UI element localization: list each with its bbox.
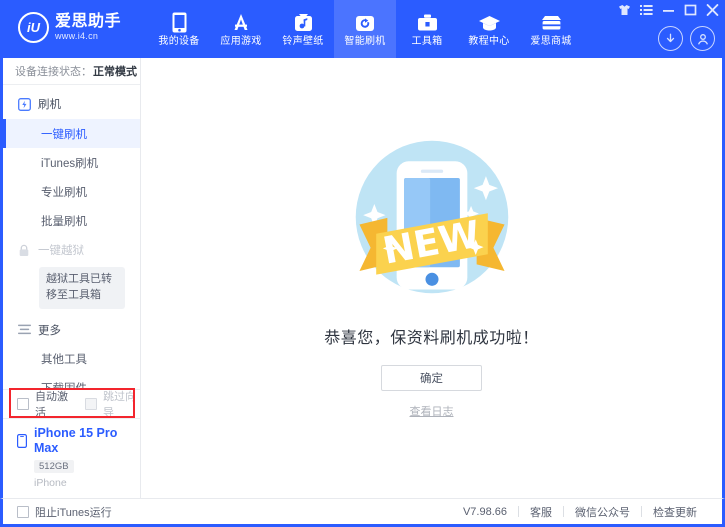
nav-group-jailbreak: 一键越狱 — [3, 235, 140, 265]
wechat-official-link[interactable]: 微信公众号 — [564, 504, 641, 520]
device-type: iPhone — [34, 477, 67, 489]
nav-item-label: 一键刷机 — [41, 128, 87, 141]
tab-label: 教程中心 — [468, 36, 510, 47]
tab-label: 工具箱 — [411, 36, 443, 47]
device-name: iPhone 15 Pro Max — [34, 426, 118, 455]
brand-mark-icon: iU — [18, 12, 49, 43]
device-name-row: iPhone 15 Pro Max — [15, 426, 140, 456]
maximize-icon[interactable] — [684, 3, 697, 16]
connected-device-panel[interactable]: iPhone 15 Pro Max 512GB iPhone — [3, 418, 140, 498]
refresh-icon — [355, 11, 375, 33]
brand-name: 爱思助手 — [55, 13, 122, 30]
minimize-icon[interactable] — [662, 3, 675, 16]
tab-label: 智能刷机 — [344, 36, 386, 47]
tab-label: 铃声壁纸 — [282, 36, 324, 47]
top-bar: iU 爱思助手 www.i4.cn 我的设备 应用游戏 铃声壁纸 智能刷机 工具… — [0, 0, 725, 58]
view-log-link[interactable]: 查看日志 — [410, 403, 454, 419]
auto-activate-checkbox[interactable] — [17, 398, 29, 410]
tab-label: 应用游戏 — [220, 36, 262, 47]
menu-icon[interactable] — [640, 3, 653, 16]
tab-apps-games[interactable]: 应用游戏 — [210, 0, 272, 58]
device-capacity-badge: 512GB — [34, 460, 74, 473]
main-tabs: 我的设备 应用游戏 铃声壁纸 智能刷机 工具箱 教程中心 爱思商城 — [148, 0, 582, 58]
connection-status-value: 正常模式 — [93, 66, 137, 78]
toolbox-icon — [417, 11, 438, 33]
nav-item-label: 批量刷机 — [41, 215, 87, 228]
nav-group-label: 一键越狱 — [38, 245, 84, 257]
nav-item-label: 专业刷机 — [41, 186, 87, 199]
tab-label: 爱思商城 — [530, 36, 572, 47]
skip-wizard-label: 跳过向导 — [103, 391, 136, 419]
device-connection-status: 设备连接状态： 正常模式 — [3, 58, 140, 85]
flash-device-icon — [17, 97, 31, 111]
app-window: iU 爱思助手 www.i4.cn 我的设备 应用游戏 铃声壁纸 智能刷机 工具… — [0, 0, 725, 527]
lock-icon — [17, 243, 31, 257]
block-itunes-row: 阻止iTunes运行 — [3, 504, 112, 520]
graduation-cap-icon — [478, 11, 501, 33]
tab-tutorial-center[interactable]: 教程中心 — [458, 0, 520, 58]
brand-logo: iU 爱思助手 www.i4.cn — [18, 12, 134, 43]
status-bar: 阻止iTunes运行 V7.98.66 客服 微信公众号 检查更新 — [0, 498, 725, 527]
sidebar-item-one-click-flash[interactable]: 一键刷机 — [3, 119, 140, 148]
main-panel: NEW 恭喜您，保资料刷机成功啦！ 确定 查看日志 — [141, 58, 722, 498]
nav-item-label: iTunes刷机 — [41, 157, 99, 170]
tab-my-device[interactable]: 我的设备 — [148, 0, 210, 58]
sidebar-item-batch-flash[interactable]: 批量刷机 — [3, 206, 140, 235]
nav-item-label: 其他工具 — [41, 354, 87, 367]
connection-status-label: 设备连接状态： — [15, 66, 92, 78]
sidebar-item-download-firmware[interactable]: 下载固件 — [3, 374, 140, 389]
block-itunes-label: 阻止iTunes运行 — [35, 506, 112, 519]
sidebar-nav: 刷机 一键刷机 iTunes刷机 专业刷机 批量刷机 一键越狱 越狱工具已转移至… — [3, 85, 140, 389]
tab-store[interactable]: 爱思商城 — [520, 0, 582, 58]
block-itunes-checkbox[interactable] — [17, 505, 29, 518]
window-controls — [618, 3, 719, 16]
phone-icon — [172, 11, 187, 33]
download-icon[interactable] — [658, 26, 683, 51]
sidebar-item-pro-flash[interactable]: 专业刷机 — [3, 177, 140, 206]
check-update-link[interactable]: 检查更新 — [642, 504, 708, 520]
confirm-button[interactable]: 确定 — [381, 365, 482, 391]
sidebar-item-other-tools[interactable]: 其他工具 — [3, 345, 140, 374]
phone-icon — [15, 434, 29, 448]
skip-wizard-checkbox[interactable] — [85, 398, 97, 410]
tab-ringtones-wallpaper[interactable]: 铃声壁纸 — [272, 0, 334, 58]
shop-icon — [540, 11, 563, 33]
brand-url: www.i4.cn — [55, 31, 99, 41]
music-icon — [294, 11, 313, 33]
success-headline: 恭喜您，保资料刷机成功啦！ — [324, 330, 539, 347]
auto-activate-label: 自动激活 — [35, 391, 68, 419]
jailbreak-moved-tooltip: 越狱工具已转移至工具箱 — [39, 267, 125, 309]
top-actions — [658, 26, 715, 51]
nav-group-more: 更多 — [3, 315, 140, 345]
new-phone-badge-illustration: NEW — [355, 140, 508, 294]
close-icon[interactable] — [706, 3, 719, 16]
more-list-icon — [17, 323, 31, 337]
sidebar-options-row: 自动激活 跳过向导 — [3, 388, 140, 419]
tab-smart-flash[interactable]: 智能刷机 — [334, 0, 396, 58]
app-version: V7.98.66 — [462, 505, 507, 518]
sidebar-item-itunes-flash[interactable]: iTunes刷机 — [3, 148, 140, 177]
user-account-icon[interactable] — [690, 26, 715, 51]
nav-group-label: 更多 — [38, 324, 61, 337]
tab-label: 我的设备 — [158, 36, 200, 47]
status-bar-links: V7.98.66 客服 微信公众号 检查更新 — [452, 504, 722, 520]
content-area: 设备连接状态： 正常模式 刷机 一键刷机 iTunes刷机 专业刷机 批量刷机 … — [0, 58, 725, 498]
nav-group-flash: 刷机 — [3, 89, 140, 119]
skin-icon[interactable] — [618, 3, 631, 16]
customer-service-link[interactable]: 客服 — [519, 504, 563, 520]
tab-toolbox[interactable]: 工具箱 — [396, 0, 458, 58]
nav-group-label: 刷机 — [38, 99, 61, 111]
appstore-icon — [230, 11, 252, 33]
sidebar: 设备连接状态： 正常模式 刷机 一键刷机 iTunes刷机 专业刷机 批量刷机 … — [3, 58, 141, 498]
